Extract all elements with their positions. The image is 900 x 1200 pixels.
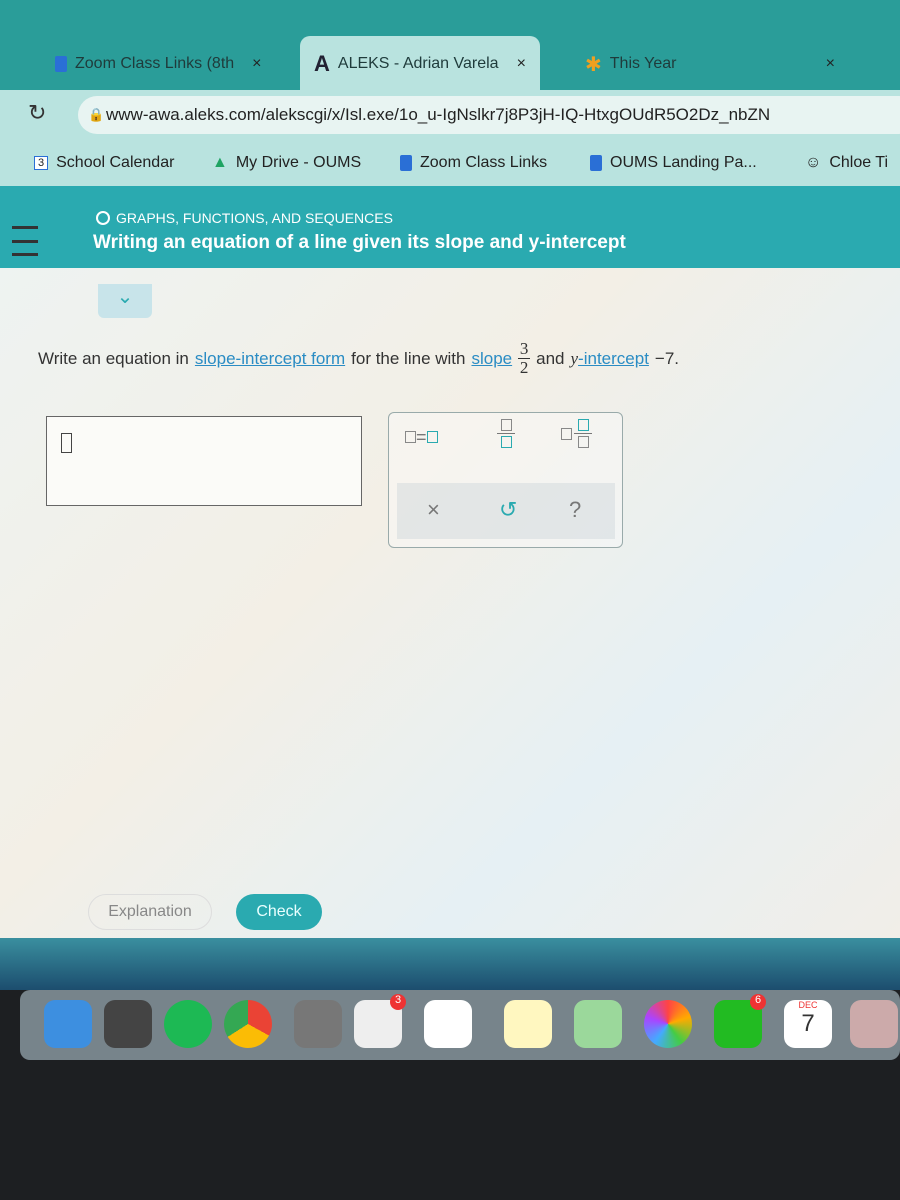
lock-icon: 🔒 — [88, 107, 105, 122]
tab-this-year[interactable]: ✱ This Year × — [585, 40, 835, 88]
content-area: ⌄ Write an equation in slope-intercept f… — [0, 268, 900, 938]
close-tab-button[interactable]: × — [517, 55, 526, 73]
messages-icon[interactable]: 3 — [354, 994, 406, 1048]
reminders-icon[interactable] — [424, 1000, 472, 1048]
tab-aleks[interactable]: A ALEKS - Adrian Varela × — [300, 36, 540, 92]
tab-label: ALEKS - Adrian Varela — [337, 55, 499, 72]
address-bar-row: ↻ 🔒 www-awa.aleks.com/alekscgi/x/Isl.exe… — [0, 90, 900, 140]
text: and — [536, 348, 565, 368]
aleks-header: GRAPHS, FUNCTIONS, AND SEQUENCES Writing… — [0, 186, 900, 268]
tab-label: This Year — [609, 55, 677, 72]
calendar-icon[interactable]: DEC 7 — [784, 1000, 832, 1048]
close-tab-button[interactable]: × — [826, 55, 835, 73]
notification-badge: 6 — [750, 994, 766, 1010]
tab-label: Zoom Class Links (8th — [75, 55, 235, 72]
answer-input[interactable] — [46, 416, 362, 506]
numerator: 3 — [519, 339, 529, 358]
finder-icon[interactable] — [44, 1000, 92, 1048]
bookmark-label: School Calendar — [56, 154, 175, 171]
help-button[interactable]: ? — [569, 497, 581, 523]
tab-zoom-class-links[interactable]: Zoom Class Links (8th × — [55, 40, 262, 88]
check-button[interactable]: Check — [236, 894, 322, 930]
text: −7. — [654, 348, 680, 368]
calendar-month: DEC — [798, 1000, 818, 1010]
photos-icon[interactable] — [644, 1000, 692, 1048]
calendar-day: 7 — [801, 1010, 815, 1037]
drive-icon: ▲ — [212, 154, 228, 171]
browser-tab-bar: Zoom Class Links (8th × A ALEKS - Adrian… — [0, 0, 900, 95]
aleks-icon: A — [314, 51, 330, 76]
bookmark-chloe[interactable]: ☺ Chloe Ti — [805, 154, 888, 172]
profile-icon: ☺ — [805, 154, 822, 171]
launchpad-icon[interactable] — [104, 1000, 152, 1048]
bookmark-label: My Drive - OUMS — [235, 154, 362, 171]
address-bar[interactable]: 🔒 www-awa.aleks.com/alekscgi/x/Isl.exe/1… — [78, 96, 900, 134]
y-intercept-link[interactable]: -intercept — [578, 349, 649, 368]
text: Write an equation in — [38, 348, 189, 368]
close-tab-button[interactable]: × — [252, 55, 261, 73]
spotify-icon[interactable] — [164, 1000, 212, 1048]
bookmark-label: Chloe Ti — [829, 154, 889, 171]
text: for the line with — [351, 348, 466, 368]
bookmark-zoom-class-links[interactable]: Zoom Class Links — [400, 154, 547, 172]
menu-icon[interactable] — [12, 226, 38, 256]
y-variable: y — [570, 348, 579, 368]
calculator-icon[interactable] — [294, 1000, 342, 1048]
section-title: GRAPHS, FUNCTIONS, AND SEQUENCES — [116, 210, 393, 226]
fraction-template-button[interactable] — [497, 419, 515, 448]
chrome-icon[interactable] — [224, 1000, 272, 1048]
maps-icon[interactable] — [574, 1000, 622, 1048]
desktop-wallpaper — [0, 938, 900, 990]
calendar-icon: 3 — [34, 156, 49, 170]
math-palette: = × ↺ ? — [388, 412, 623, 548]
bookmark-label: OUMS Landing Pa... — [610, 154, 757, 171]
star-icon: ✱ — [585, 53, 602, 76]
slope-intercept-link[interactable]: slope-intercept form — [195, 349, 345, 369]
input-cursor — [61, 433, 72, 453]
bookmark-oums-landing[interactable]: OUMS Landing Pa... — [590, 154, 757, 172]
circle-icon — [96, 211, 110, 225]
palette-tools: × ↺ ? — [397, 483, 615, 539]
notes-icon[interactable] — [504, 1000, 552, 1048]
explanation-button[interactable]: Explanation — [88, 894, 212, 930]
bookmark-school-calendar[interactable]: 3 School Calendar — [34, 154, 174, 172]
bookmarks-bar: 3 School Calendar ▲ My Drive - OUMS Zoom… — [0, 140, 900, 186]
clear-button[interactable]: × — [427, 497, 440, 523]
docs-icon — [55, 56, 67, 72]
equals-template-button[interactable]: = — [405, 427, 438, 448]
dock: 3 6 DEC 7 — [20, 990, 900, 1060]
slope-link[interactable]: slope — [471, 349, 512, 369]
mixed-number-template-button[interactable] — [561, 419, 592, 448]
url-text: www-awa.aleks.com/alekscgi/x/Isl.exe/1o_… — [106, 105, 771, 124]
bookmark-my-drive[interactable]: ▲ My Drive - OUMS — [212, 154, 361, 172]
contacts-icon[interactable] — [850, 1000, 898, 1048]
undo-button[interactable]: ↺ — [499, 497, 517, 523]
reload-icon[interactable]: ↻ — [28, 100, 46, 126]
docs-icon — [400, 155, 412, 171]
docs-icon — [590, 155, 602, 171]
slope-fraction: 32 — [518, 339, 531, 377]
bookmark-label: Zoom Class Links — [420, 154, 548, 171]
question-text: Write an equation in slope-intercept for… — [38, 340, 679, 377]
page-title: Writing an equation of a line given its … — [93, 232, 626, 253]
notification-badge: 3 — [390, 994, 406, 1010]
collapse-chevron-button[interactable]: ⌄ — [98, 284, 152, 318]
facetime-icon[interactable]: 6 — [714, 994, 766, 1048]
denominator: 2 — [519, 358, 529, 377]
